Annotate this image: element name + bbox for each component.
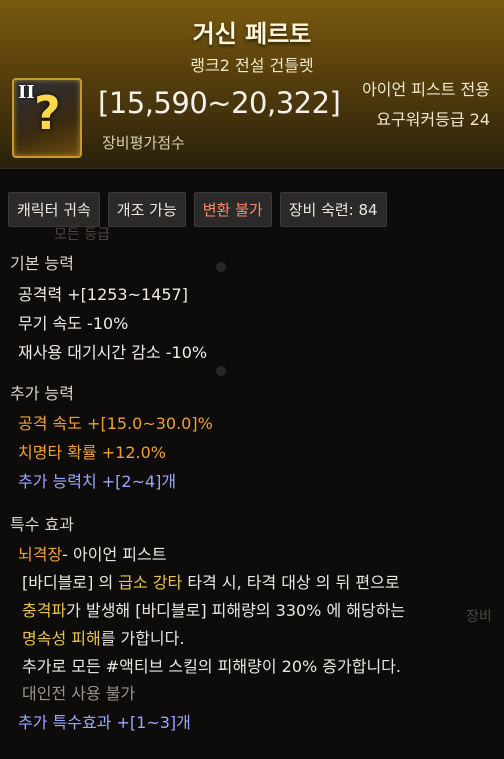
effect-keyword: 명속성 피해	[22, 629, 101, 648]
badge-modifiable: 개조 가능	[107, 192, 186, 227]
background-radio-icon	[216, 366, 226, 376]
effect-keyword: 충격파	[22, 601, 67, 620]
special-effect-line: 명속성 피해를 가합니다.	[22, 625, 184, 649]
effect-text: [바디블로] 의	[22, 573, 119, 592]
stat-cooldown-reduction: 재사용 대기시간 감소 -10%	[18, 343, 208, 362]
effect-keyword: 급소 강타	[118, 573, 183, 592]
damage-range: [15,590~20,322]	[98, 86, 341, 120]
special-effect-line: [바디블로] 의 급소 강타 타격 시, 타격 대상 의 뒤 편으로	[22, 569, 400, 593]
special-effect-line: 충격파가 발생해 [바디블로] 피해량의 330% 에 해당하는	[22, 597, 405, 621]
badge-equip-proficiency: 장비 숙련: 84	[279, 192, 387, 227]
effect-text: 가 발생해 [바디블로] 피해량의 330% 에 해당하는	[66, 601, 406, 620]
stat-weapon-speed: 무기 속도 -10%	[18, 314, 129, 333]
stat-attack-speed: 공격 속도 +[15.0~30.0]%	[18, 414, 213, 433]
tooltip-header: 거신 페르토 랭크2 전설 건틀렛 II ? [15,590~20,322] 장…	[0, 0, 504, 169]
extra-special-effect-count: 추가 특수효과 +[1~3]개	[18, 713, 191, 732]
item-icon: II ?	[12, 78, 82, 158]
equipment-score-label: 장비평가점수	[102, 134, 185, 152]
effect-class: - 아이언 피스트	[62, 545, 167, 564]
special-effect-name: 뇌격장- 아이언 피스트	[18, 541, 166, 565]
weapon-class-requirement: 아이언 피스트 전용	[362, 80, 490, 99]
basic-ability-title: 기본 능력	[10, 254, 74, 273]
stat-crit-chance: 치명타 확률 +12.0%	[18, 443, 167, 462]
item-name: 거신 페르토	[192, 20, 312, 48]
pvp-restriction: 대인전 사용 불가	[22, 684, 136, 703]
item-rarity-type: 랭크2 전설 건틀렛	[190, 56, 314, 75]
stat-attack: 공격력 +[1253~1457]	[18, 285, 188, 304]
effect-text: 를 가합니다.	[100, 629, 185, 648]
stat-extra-ability-count: 추가 능력치 +[2~4]개	[18, 472, 177, 491]
required-level: 요구워커등급 24	[376, 110, 490, 129]
item-tooltip: 거신 페르토 랭크2 전설 건틀렛 II ? [15,590~20,322] 장…	[0, 0, 504, 759]
background-equip-text: 장비	[466, 609, 492, 625]
additional-ability-title: 추가 능력	[10, 384, 74, 403]
rank-badge: II	[18, 82, 35, 103]
effect-skill-name: 뇌격장	[18, 545, 63, 564]
item-badges: 캐릭터 귀속 개조 가능 변환 불가 장비 숙련: 84	[8, 192, 387, 227]
background-radio-icon	[216, 262, 226, 272]
effect-text: 타격 시, 타격 대상 의 뒤 편으로	[182, 573, 400, 592]
special-effect-bonus: 추가로 모든 #액티브 스킬의 피해량이 20% 증가합니다.	[22, 657, 401, 676]
badge-not-convertible: 변환 불가	[193, 192, 272, 227]
special-effect-title: 특수 효과	[10, 515, 74, 534]
badge-character-bound: 캐릭터 귀속	[8, 192, 100, 227]
background-filter-text: 모든 등급	[54, 227, 110, 243]
gauntlet-icon: ?	[34, 86, 61, 140]
